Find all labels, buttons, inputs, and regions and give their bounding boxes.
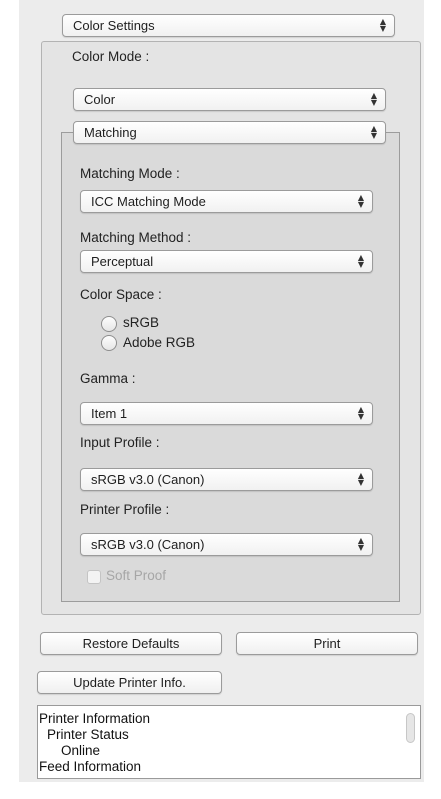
matching-method-popup[interactable]: Perceptual ▲ ▼	[80, 250, 373, 273]
popup-arrows-icon: ▲ ▼	[357, 404, 364, 421]
popup-arrows-icon: ▲ ▼	[357, 252, 364, 269]
matching-mode-popup[interactable]: ICC Matching Mode ▲ ▼	[80, 190, 373, 213]
settings-category-value: Color Settings	[73, 18, 155, 33]
popup-arrows-icon: ▲ ▼	[370, 90, 377, 107]
color-mode-value: Color	[84, 92, 116, 107]
printer-profile-popup[interactable]: sRGB v3.0 (Canon) ▲ ▼	[80, 533, 373, 556]
update-printer-info-button[interactable]: Update Printer Info.	[37, 671, 222, 694]
list-item: Printer Status	[47, 727, 129, 742]
gamma-popup[interactable]: Item 1 ▲ ▼	[80, 402, 373, 425]
print-button[interactable]: Print	[236, 632, 418, 655]
printer-info-list[interactable]: Printer Information Printer Status Onlin…	[37, 705, 421, 779]
color-mode-popup[interactable]: Color ▲ ▼	[73, 88, 386, 111]
srgb-radio-label: sRGB	[123, 315, 160, 330]
popup-arrows-icon: ▲ ▼	[357, 535, 364, 552]
color-space-label: Color Space :	[80, 287, 162, 302]
list-scrollbar[interactable]	[406, 713, 415, 743]
adobe-rgb-radio[interactable]	[101, 335, 117, 351]
gamma-value: Item 1	[91, 406, 128, 421]
input-profile-label: Input Profile :	[80, 435, 160, 450]
popup-arrows-icon: ▲ ▼	[370, 123, 377, 140]
list-item: Online	[61, 743, 101, 758]
soft-proof-label: Soft Proof	[106, 568, 167, 583]
printer-profile-value: sRGB v3.0 (Canon)	[91, 537, 205, 552]
input-profile-value: sRGB v3.0 (Canon)	[91, 472, 205, 487]
list-item: Printer Information	[39, 711, 151, 726]
matching-section-value: Matching	[84, 125, 137, 140]
settings-category-popup[interactable]: Color Settings ▲ ▼	[62, 14, 395, 37]
matching-method-value: Perceptual	[91, 254, 154, 269]
gamma-label: Gamma :	[80, 371, 136, 386]
soft-proof-checkbox[interactable]	[87, 570, 101, 584]
color-mode-label: Color Mode :	[72, 49, 150, 64]
restore-defaults-button[interactable]: Restore Defaults	[40, 632, 222, 655]
list-item: Feed Information	[39, 759, 142, 774]
matching-method-label: Matching Method :	[80, 230, 192, 245]
input-profile-popup[interactable]: sRGB v3.0 (Canon) ▲ ▼	[80, 468, 373, 491]
popup-arrows-icon: ▲ ▼	[357, 192, 364, 209]
popup-arrows-icon: ▲ ▼	[357, 470, 364, 487]
matching-mode-label: Matching Mode :	[80, 166, 180, 181]
popup-arrows-icon: ▲ ▼	[379, 16, 386, 33]
adobe-rgb-radio-label: Adobe RGB	[123, 335, 196, 350]
srgb-radio[interactable]	[101, 316, 117, 332]
matching-mode-value: ICC Matching Mode	[91, 194, 206, 209]
printer-profile-label: Printer Profile :	[80, 502, 170, 517]
matching-section-popup[interactable]: Matching ▲ ▼	[73, 121, 386, 144]
